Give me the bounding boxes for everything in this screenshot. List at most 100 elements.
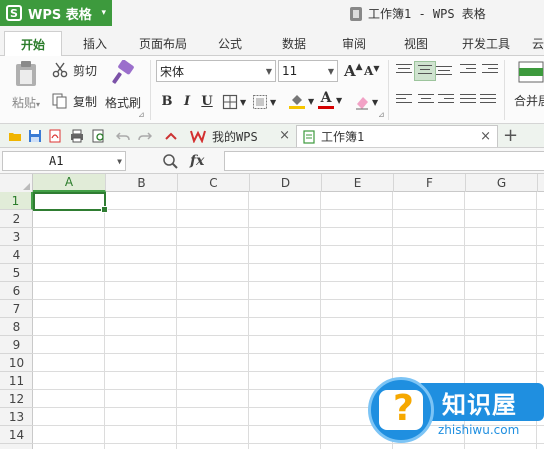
tab-insert[interactable]: 插入 xyxy=(66,31,124,56)
column-header-e[interactable]: E xyxy=(322,174,394,192)
doc-tab-my-wps[interactable]: 我的WPS × xyxy=(184,125,296,147)
column-header-a[interactable]: A xyxy=(33,174,106,192)
name-box[interactable]: A1 ▼ xyxy=(2,151,126,171)
row-header-3[interactable]: 3 xyxy=(0,228,33,246)
name-box-value: A1 xyxy=(49,154,64,168)
font-dialog-launcher-icon[interactable]: ⊿ xyxy=(378,110,385,119)
row-header-7[interactable]: 7 xyxy=(0,300,33,318)
undo-icon[interactable] xyxy=(116,129,130,143)
print-preview-icon[interactable] xyxy=(92,129,106,143)
column-header-f[interactable]: F xyxy=(394,174,466,192)
font-name-select[interactable]: 宋体 ▼ xyxy=(156,60,276,82)
tab-view[interactable]: 视图 xyxy=(390,31,442,56)
export-pdf-icon[interactable] xyxy=(48,129,62,143)
new-tab-button[interactable]: + xyxy=(503,125,518,146)
bold-button[interactable]: B xyxy=(157,90,177,112)
row-header-1[interactable]: 1 xyxy=(0,192,33,210)
italic-button[interactable]: I xyxy=(177,90,197,112)
document-icon xyxy=(350,6,362,21)
clipboard-dialog-launcher-icon[interactable]: ⊿ xyxy=(138,110,145,119)
row-header-11[interactable]: 11 xyxy=(0,372,33,390)
cut-button[interactable]: 剪切 xyxy=(52,60,97,80)
tab-data[interactable]: 数据 xyxy=(268,31,320,56)
active-cell-a1[interactable] xyxy=(33,192,108,213)
ribbon-separator xyxy=(388,60,389,120)
open-folder-icon[interactable] xyxy=(8,129,22,143)
merge-center-label: 合并居 xyxy=(514,94,544,108)
row-header-10[interactable]: 10 xyxy=(0,354,33,372)
eraser-icon xyxy=(356,97,368,110)
merge-center-button[interactable]: 合并居 xyxy=(510,60,544,114)
wps-app-menu-button[interactable]: S WPS 表格 ▾ xyxy=(0,0,112,26)
clear-format-button[interactable]: ▼ xyxy=(354,94,378,110)
spreadsheet-file-icon xyxy=(303,129,315,144)
tab-cloud[interactable]: 云 xyxy=(528,31,544,56)
align-bottom-icon[interactable] xyxy=(436,66,452,80)
cell-pattern-icon xyxy=(253,95,267,109)
print-icon[interactable] xyxy=(70,129,84,143)
wps-logo-icon: S xyxy=(6,5,22,21)
chevron-down-icon: ▼ xyxy=(336,95,343,105)
close-icon[interactable]: × xyxy=(480,129,491,144)
row-header-9[interactable]: 9 xyxy=(0,336,33,354)
tab-page-layout[interactable]: 页面布局 xyxy=(132,31,194,56)
align-middle-icon[interactable] xyxy=(414,61,436,81)
underline-button[interactable]: U xyxy=(197,90,217,112)
tab-home[interactable]: 开始 xyxy=(4,31,62,57)
align-top-icon[interactable] xyxy=(396,64,412,78)
format-painter-icon xyxy=(112,60,134,84)
close-icon[interactable]: × xyxy=(279,128,290,143)
increase-font-size-button[interactable]: A ▲ xyxy=(344,62,363,80)
chevron-down-icon: ▼ xyxy=(308,96,315,106)
borders-icon xyxy=(222,94,238,110)
save-icon[interactable] xyxy=(28,129,42,143)
align-center-icon[interactable] xyxy=(418,94,434,108)
fill-color-button[interactable]: ▼ xyxy=(288,92,314,110)
redo-icon[interactable] xyxy=(138,129,152,143)
column-header-c[interactable]: C xyxy=(178,174,250,192)
row-header-13[interactable]: 13 xyxy=(0,408,33,426)
font-color-button[interactable]: A ▼ xyxy=(318,91,342,109)
format-painter-button[interactable]: 格式刷 xyxy=(102,60,144,114)
grow-font-letter: A xyxy=(344,62,356,80)
row-header-12[interactable]: 12 xyxy=(0,390,33,408)
insert-function-button[interactable]: fx xyxy=(190,153,204,169)
increase-indent-icon[interactable] xyxy=(482,64,498,78)
row-header-5[interactable]: 5 xyxy=(0,264,33,282)
window-title-text: 工作簿1 - WPS 表格 xyxy=(368,7,486,21)
justify-icon[interactable] xyxy=(460,94,476,108)
column-header-d[interactable]: D xyxy=(250,174,322,192)
zoom-search-icon[interactable] xyxy=(162,153,178,169)
column-header-b[interactable]: B xyxy=(106,174,178,192)
doc-tab-workbook1[interactable]: 工作簿1 × xyxy=(296,125,498,147)
row-header-8[interactable]: 8 xyxy=(0,318,33,336)
title-bar: S WPS 表格 ▾ 工作簿1 - WPS 表格 xyxy=(0,0,544,26)
customize-toolbar-icon[interactable] xyxy=(164,129,178,143)
merge-cells-icon xyxy=(518,61,544,83)
column-header-g[interactable]: G xyxy=(466,174,538,192)
chevron-down-icon: ▼ xyxy=(117,157,122,166)
decrease-font-size-button[interactable]: A ▼ xyxy=(364,63,380,78)
row-header-4[interactable]: 4 xyxy=(0,246,33,264)
row-header-2[interactable]: 2 xyxy=(0,210,33,228)
formula-input[interactable] xyxy=(224,151,544,171)
row-header-6[interactable]: 6 xyxy=(0,282,33,300)
copy-button[interactable]: 复制 xyxy=(52,90,97,112)
paste-button[interactable]: 粘贴▾ xyxy=(8,60,44,118)
arrow-down-icon: ▼ xyxy=(373,63,380,73)
row-header-14[interactable]: 14 xyxy=(0,426,33,444)
tab-review[interactable]: 审阅 xyxy=(328,31,380,56)
select-all-corner[interactable] xyxy=(0,174,33,192)
borders-button[interactable]: ▼ xyxy=(222,94,246,110)
font-size-select[interactable]: 11 ▼ xyxy=(278,60,338,82)
fill-pattern-button[interactable]: ▼ xyxy=(252,94,276,110)
tab-formulas[interactable]: 公式 xyxy=(204,31,256,56)
window-title: 工作簿1 - WPS 表格 xyxy=(350,5,486,22)
distributed-align-icon[interactable] xyxy=(480,94,496,108)
tab-developer[interactable]: 开发工具 xyxy=(452,31,520,56)
font-color-letter: A xyxy=(320,90,332,106)
align-right-icon[interactable] xyxy=(438,94,454,108)
decrease-indent-icon[interactable] xyxy=(460,64,476,78)
align-left-icon[interactable] xyxy=(396,94,412,108)
quick-access-toolbar: 我的WPS × 工作簿1 × + xyxy=(0,124,544,148)
